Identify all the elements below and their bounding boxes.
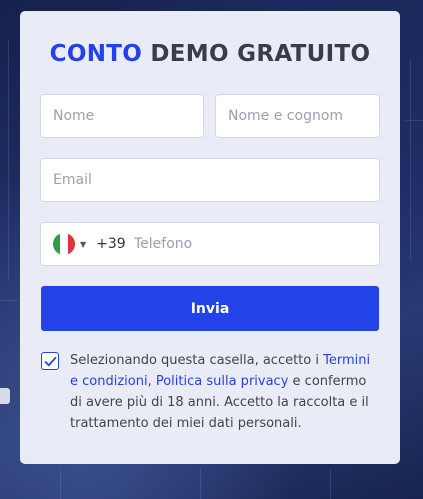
consent-checkbox[interactable] xyxy=(41,352,59,370)
submit-button[interactable]: Invia xyxy=(41,286,379,331)
last-name-input[interactable] xyxy=(216,95,379,137)
demo-signup-card: CONTO DEMO GRATUITO ▼ +39 Invia Selezion xyxy=(20,11,400,464)
dial-code: +39 xyxy=(96,236,126,252)
consent-separator: , xyxy=(147,374,156,389)
consent-text: Selezionando questa casella, accetto i T… xyxy=(70,350,382,434)
chevron-down-icon: ▼ xyxy=(80,239,87,249)
phone-field[interactable]: ▼ +39 xyxy=(40,222,380,266)
first-name-input[interactable] xyxy=(41,95,203,137)
last-name-field[interactable] xyxy=(215,94,380,138)
first-name-field[interactable] xyxy=(40,94,204,138)
email-field[interactable] xyxy=(40,158,380,202)
title-rest: DEMO GRATUITO xyxy=(150,41,371,67)
side-tab xyxy=(0,388,10,404)
country-selector[interactable]: ▼ +39 xyxy=(53,223,126,265)
consent-text-before: Selezionando questa casella, accetto i xyxy=(70,353,324,368)
title-accent: CONTO xyxy=(49,41,143,67)
privacy-link[interactable]: Politica sulla privacy xyxy=(156,374,289,389)
email-input[interactable] xyxy=(41,159,379,201)
checkmark-icon xyxy=(43,356,57,366)
italy-flag-icon xyxy=(53,233,75,255)
phone-input[interactable] xyxy=(131,223,379,265)
form-title: CONTO DEMO GRATUITO xyxy=(20,41,400,67)
